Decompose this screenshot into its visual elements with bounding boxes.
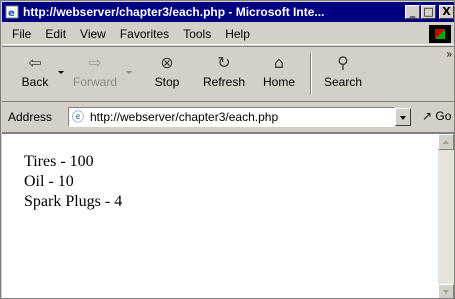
menu-edit[interactable]: Edit [38, 27, 73, 41]
back-label: Back [21, 75, 49, 89]
back-button[interactable]: ⇦ Back [10, 53, 60, 89]
scroll-down-button[interactable] [438, 284, 454, 298]
forward-label: Forward [72, 75, 117, 89]
page-line-spark-plugs: Spark Plugs - 4 [24, 193, 123, 210]
stop-icon: ⊗ [160, 53, 174, 72]
title-bar: e http://webserver/chapter3/each.php - M… [2, 2, 454, 22]
page-line-oil: Oil - 10 [24, 173, 74, 190]
address-bar: Address ⓔ http://webserver/chapter3/each… [2, 105, 454, 129]
page-line-tires: Tires - 100 [24, 153, 94, 170]
scroll-up-button[interactable] [438, 134, 454, 150]
window-title: http://webserver/chapter3/each.php - Mic… [23, 5, 325, 19]
address-dropdown-button[interactable] [395, 108, 411, 126]
go-button[interactable]: ↗ Go [422, 109, 451, 123]
menu-file[interactable]: File [2, 27, 38, 41]
forward-button[interactable]: ⇨ Forward [70, 53, 120, 89]
svg-text:e: e [8, 8, 15, 19]
windows-logo-throbber [429, 25, 451, 43]
home-label: Home [262, 75, 295, 89]
page-content: Tires - 100 Oil - 10 Spark Plugs - 4 [2, 132, 454, 298]
forward-dropdown-arrow[interactable] [126, 71, 132, 74]
toolbar-more-chevron[interactable]: » [446, 49, 452, 60]
address-input[interactable]: ⓔ http://webserver/chapter3/each.php [68, 107, 395, 127]
stop-label: Stop [154, 75, 180, 89]
search-label: Search [323, 75, 363, 89]
vertical-scrollbar[interactable] [438, 134, 454, 298]
home-button[interactable]: ⌂ Home [254, 53, 304, 89]
close-button[interactable]: X [439, 5, 454, 19]
home-icon: ⌂ [273, 53, 285, 72]
browser-window: e http://webserver/chapter3/each.php - M… [0, 0, 455, 299]
windows-logo-icon [435, 29, 445, 39]
refresh-label: Refresh [202, 75, 246, 89]
menu-favorites[interactable]: Favorites [113, 27, 176, 41]
menu-tools[interactable]: Tools [176, 27, 218, 41]
menu-view[interactable]: View [73, 27, 113, 41]
ie-page-icon: e [5, 5, 19, 19]
minimize-button[interactable]: _ [405, 5, 420, 19]
refresh-icon: ↻ [217, 53, 231, 72]
go-arrow-icon: ↗ [422, 109, 433, 123]
back-dropdown-arrow[interactable] [58, 71, 64, 74]
maximize-button[interactable]: □ [421, 5, 436, 19]
stop-button[interactable]: ⊗ Stop [142, 53, 192, 89]
go-label: Go [435, 109, 452, 123]
search-icon: ⚲ [337, 53, 349, 72]
forward-arrow-icon: ⇨ [88, 53, 102, 72]
back-arrow-icon: ⇦ [28, 53, 42, 72]
page-body: Tires - 100 Oil - 10 Spark Plugs - 4 [24, 152, 122, 212]
page-icon: ⓔ [72, 110, 85, 124]
refresh-button[interactable]: ↻ Refresh [199, 53, 249, 89]
search-button[interactable]: ⚲ Search [318, 53, 368, 89]
standard-toolbar: ⇦ Back ⇨ Forward ⊗ Stop ↻ Refresh ⌂ Home… [2, 46, 454, 102]
menu-help[interactable]: Help [218, 27, 257, 41]
menu-bar: File Edit View Favorites Tools Help [2, 24, 454, 45]
toolbar-separator [310, 53, 312, 95]
address-url[interactable]: http://webserver/chapter3/each.php [90, 110, 278, 124]
address-label: Address [8, 110, 53, 124]
